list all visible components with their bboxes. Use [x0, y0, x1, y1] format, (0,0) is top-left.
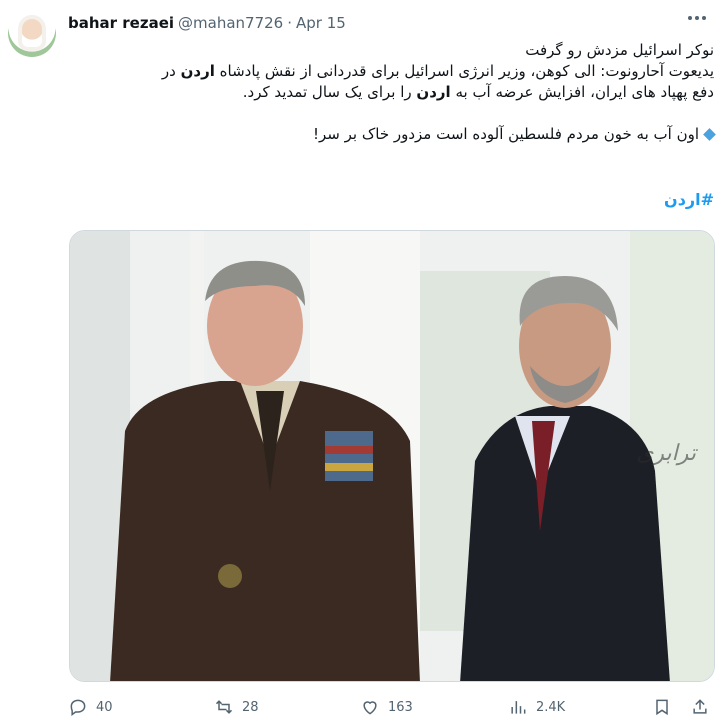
like-count: 163: [388, 699, 413, 715]
avatar[interactable]: [8, 9, 56, 57]
tweet-line-1: نوکر اسرائیل مزدش رو گرفت: [525, 41, 714, 59]
share-icon: [693, 699, 707, 714]
bookmark-icon: [656, 699, 668, 716]
repost-count: 28: [242, 699, 259, 715]
tweet-date[interactable]: Apr 15: [296, 14, 346, 32]
more-icon[interactable]: [688, 16, 706, 20]
tweet-line-4: اون آب به خون مردم فلسطین آلوده است مزدو…: [68, 124, 716, 145]
reply-icon: [70, 699, 86, 716]
tweet-line-3: دفع پهپاد های ایران، افزایش عرضه آب به ا…: [242, 83, 714, 101]
tweet-line-2: یدیعوت آحارونوت: الی کوهن، وزیر انرژی اس…: [161, 62, 714, 80]
reply-count: 40: [96, 699, 113, 715]
diamond-icon: [703, 128, 716, 141]
views-count: 2.4K: [536, 699, 566, 715]
reply-button[interactable]: 40: [68, 697, 113, 717]
photo-watermark: ترابری: [636, 441, 696, 466]
like-icon: [363, 701, 377, 715]
repost-icon: [215, 700, 233, 714]
bookmark-button[interactable]: [652, 697, 672, 717]
repost-button[interactable]: 28: [214, 697, 259, 717]
photo-illustration: [70, 231, 714, 681]
share-button[interactable]: [690, 697, 710, 717]
avatar-scarf: [18, 15, 46, 51]
hashtag-link[interactable]: #اردن: [68, 190, 714, 209]
tweet-text: نوکر اسرائیل مزدش رو گرفت یدیعوت آحارونو…: [68, 40, 716, 145]
action-bar: 40 28 163 2.4K: [68, 697, 714, 723]
author-handle[interactable]: @mahan7726: [178, 14, 283, 32]
tweet-photo[interactable]: ترابری: [69, 230, 715, 682]
views-icon: [511, 701, 526, 714]
views-button[interactable]: 2.4K: [508, 697, 565, 717]
author-name[interactable]: bahar rezaei: [68, 14, 174, 32]
tweet-header: bahar rezaei @mahan7726 · Apr 15: [68, 12, 346, 34]
like-button[interactable]: 163: [360, 697, 413, 717]
separator-dot: ·: [287, 14, 292, 32]
